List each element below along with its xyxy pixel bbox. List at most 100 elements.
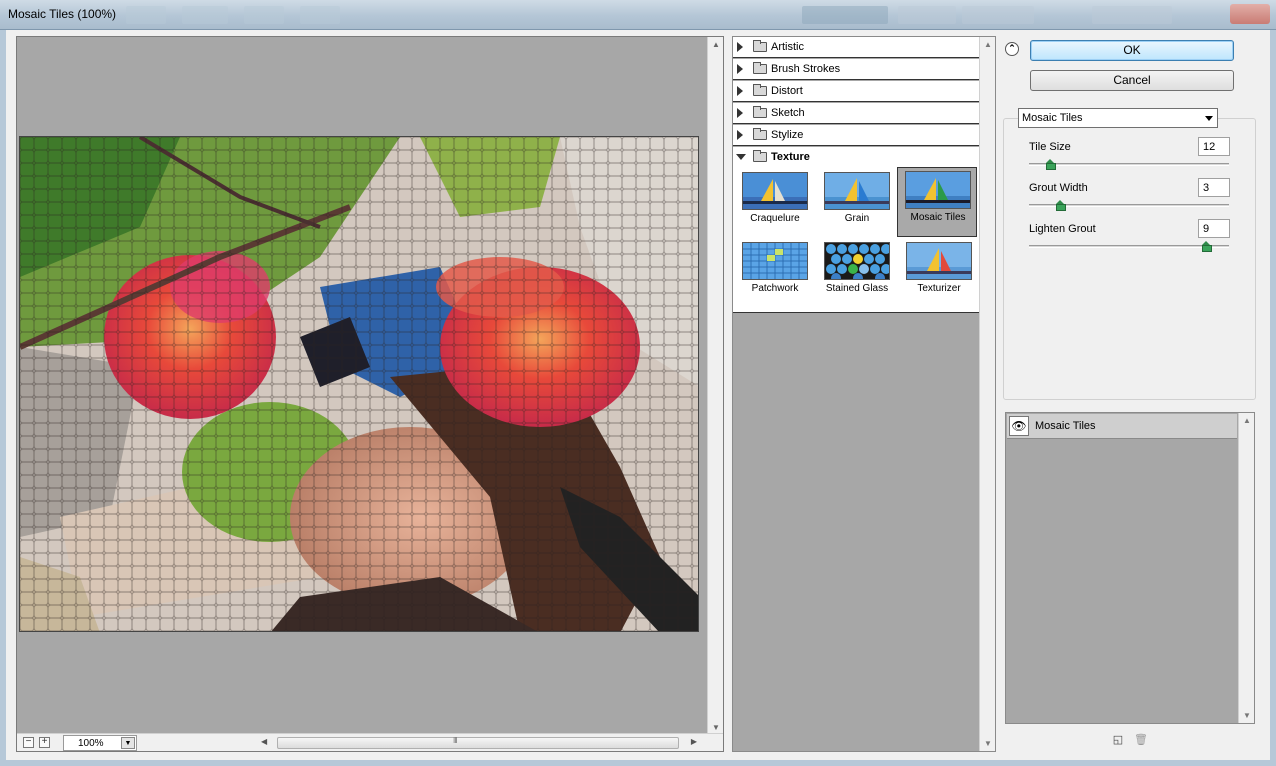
filter-thumb-label: Grain (844, 213, 870, 224)
scroll-left-arrow-icon[interactable]: ◀ (261, 737, 267, 746)
scroll-down-arrow-icon[interactable]: ▼ (712, 723, 720, 732)
filter-select[interactable]: Mosaic Tiles (1018, 108, 1218, 128)
preview-status-bar: − + 100% ▼ ◀ III ▶ (17, 733, 723, 751)
ghost-toolbar-item (182, 6, 228, 24)
mosaic-preview-picture (20, 137, 698, 631)
scroll-thumb[interactable] (277, 737, 679, 749)
mosaic-tiles-thumbnail (905, 171, 971, 209)
grout-width-field[interactable] (1198, 178, 1230, 197)
patchwork-thumbnail (742, 242, 808, 280)
folder-icon (753, 40, 767, 52)
window-title: Mosaic Tiles (100%) (8, 7, 117, 21)
preview-image (19, 136, 699, 632)
scroll-right-arrow-icon[interactable]: ▶ (691, 737, 697, 746)
gallery-vertical-scrollbar[interactable]: ▲ ▼ (979, 37, 995, 751)
ghost-workspace-item (962, 6, 1034, 24)
category-label: Stylize (771, 129, 804, 141)
zoom-level-select[interactable]: 100% ▼ (63, 735, 137, 751)
grout-width-slider-knob[interactable] (1056, 200, 1066, 211)
grout-width-label: Grout Width (1029, 182, 1088, 194)
category-label: Brush Strokes (771, 63, 841, 75)
preview-horizontal-scrollbar[interactable]: ◀ III ▶ (259, 735, 699, 751)
tile-size-slider[interactable] (1029, 159, 1229, 170)
scroll-up-arrow-icon[interactable]: ▲ (1243, 416, 1251, 425)
open-folder-icon (753, 150, 767, 162)
lighten-grout-label: Lighten Grout (1029, 223, 1096, 235)
ghost-workspace-item (898, 6, 956, 24)
scroll-up-arrow-icon[interactable]: ▲ (984, 40, 992, 49)
ghost-toolbar-item (244, 6, 284, 24)
scroll-down-arrow-icon[interactable]: ▼ (1243, 711, 1251, 720)
lighten-grout-slider-knob[interactable] (1202, 241, 1212, 252)
title-bar: Mosaic Tiles (100%) (0, 0, 1276, 30)
preview-pane: ▲ ▼ − + 100% ▼ ◀ III ▶ (16, 36, 724, 752)
tile-size-label: Tile Size (1029, 141, 1071, 153)
category-distort[interactable]: Distort (733, 81, 979, 102)
filter-thumb-mosaic-tiles[interactable]: Mosaic Tiles (897, 167, 977, 237)
expand-triangle-icon[interactable] (737, 86, 743, 96)
tile-size-field[interactable] (1198, 137, 1230, 156)
category-label: Sketch (771, 107, 805, 119)
ok-button[interactable]: OK (1030, 40, 1234, 61)
filter-thumb-label: Patchwork (751, 283, 799, 294)
filter-settings-group (1003, 118, 1256, 400)
new-effect-layer-icon[interactable]: ◱ (1112, 734, 1124, 746)
zoom-out-button[interactable]: − (23, 737, 34, 748)
expand-triangle-icon[interactable] (737, 64, 743, 74)
chevron-down-icon[interactable] (1205, 116, 1213, 121)
filter-gallery-dialog: ▲ ▼ − + 100% ▼ ◀ III ▶ Artistic Brush St… (0, 30, 1276, 766)
filter-gallery: Artistic Brush Strokes Distort Sketch St… (732, 36, 996, 752)
scroll-down-arrow-icon[interactable]: ▼ (984, 739, 992, 748)
scroll-up-arrow-icon[interactable]: ▲ (712, 40, 720, 49)
texture-filter-thumbnails: Craquelure Grain Mosaic Tiles Patchwork (733, 167, 979, 313)
eye-icon[interactable]: 👁 (1009, 416, 1029, 436)
scroll-grip-icon: III (453, 736, 458, 745)
category-stylize[interactable]: Stylize (733, 125, 979, 146)
folder-icon (753, 106, 767, 118)
zoom-level-value: 100% (78, 738, 104, 749)
ghost-toolbar-item (300, 6, 340, 24)
category-label: Artistic (771, 41, 804, 53)
filter-select-value: Mosaic Tiles (1022, 112, 1083, 124)
filter-thumb-stained-glass[interactable]: Stained Glass (817, 239, 897, 309)
grout-width-slider[interactable] (1029, 200, 1229, 211)
category-brush-strokes[interactable]: Brush Strokes (733, 59, 979, 80)
category-sketch[interactable]: Sketch (733, 103, 979, 124)
layers-vertical-scrollbar[interactable]: ▲ ▼ (1238, 413, 1254, 723)
collapse-gallery-button[interactable]: ⌃ (1005, 42, 1019, 56)
lighten-grout-slider[interactable] (1029, 241, 1229, 252)
filter-thumb-texturizer[interactable]: Texturizer (899, 239, 979, 309)
filter-thumb-label: Craquelure (750, 213, 800, 224)
tile-size-slider-knob[interactable] (1046, 159, 1056, 170)
expand-triangle-icon[interactable] (737, 108, 743, 118)
effect-layer-row[interactable]: 👁 Mosaic Tiles (1007, 414, 1237, 439)
preview-vertical-scrollbar[interactable]: ▲ ▼ (707, 37, 723, 735)
filter-thumb-grain[interactable]: Grain (817, 169, 897, 239)
filter-thumb-label: Mosaic Tiles (910, 212, 966, 223)
filter-thumb-patchwork[interactable]: Patchwork (735, 239, 815, 309)
category-artistic[interactable]: Artistic (733, 37, 979, 58)
collapse-triangle-icon[interactable] (736, 154, 746, 160)
filter-thumb-label: Stained Glass (825, 283, 889, 294)
expand-triangle-icon[interactable] (737, 42, 743, 52)
ghost-toolbar-item (126, 6, 166, 24)
folder-icon (753, 128, 767, 140)
cancel-button[interactable]: Cancel (1030, 70, 1234, 91)
craquelure-thumbnail (742, 172, 808, 210)
category-texture[interactable]: Texture (733, 147, 979, 168)
folder-icon (753, 84, 767, 96)
chevron-down-icon[interactable]: ▼ (121, 737, 135, 749)
close-window-button[interactable] (1230, 4, 1270, 24)
category-label: Distort (771, 85, 803, 97)
trash-icon[interactable]: 🗑 (1134, 734, 1148, 746)
zoom-in-button[interactable]: + (39, 737, 50, 748)
ghost-workspace-item (802, 6, 888, 24)
lighten-grout-field[interactable] (1198, 219, 1230, 238)
expand-triangle-icon[interactable] (737, 130, 743, 140)
ghost-search-item (1092, 6, 1172, 24)
filter-thumb-craquelure[interactable]: Craquelure (735, 169, 815, 239)
texturizer-thumbnail (906, 242, 972, 280)
effect-layers-list: 👁 Mosaic Tiles ▲ ▼ (1005, 412, 1255, 724)
grain-thumbnail (824, 172, 890, 210)
stained-glass-thumbnail (824, 242, 890, 280)
